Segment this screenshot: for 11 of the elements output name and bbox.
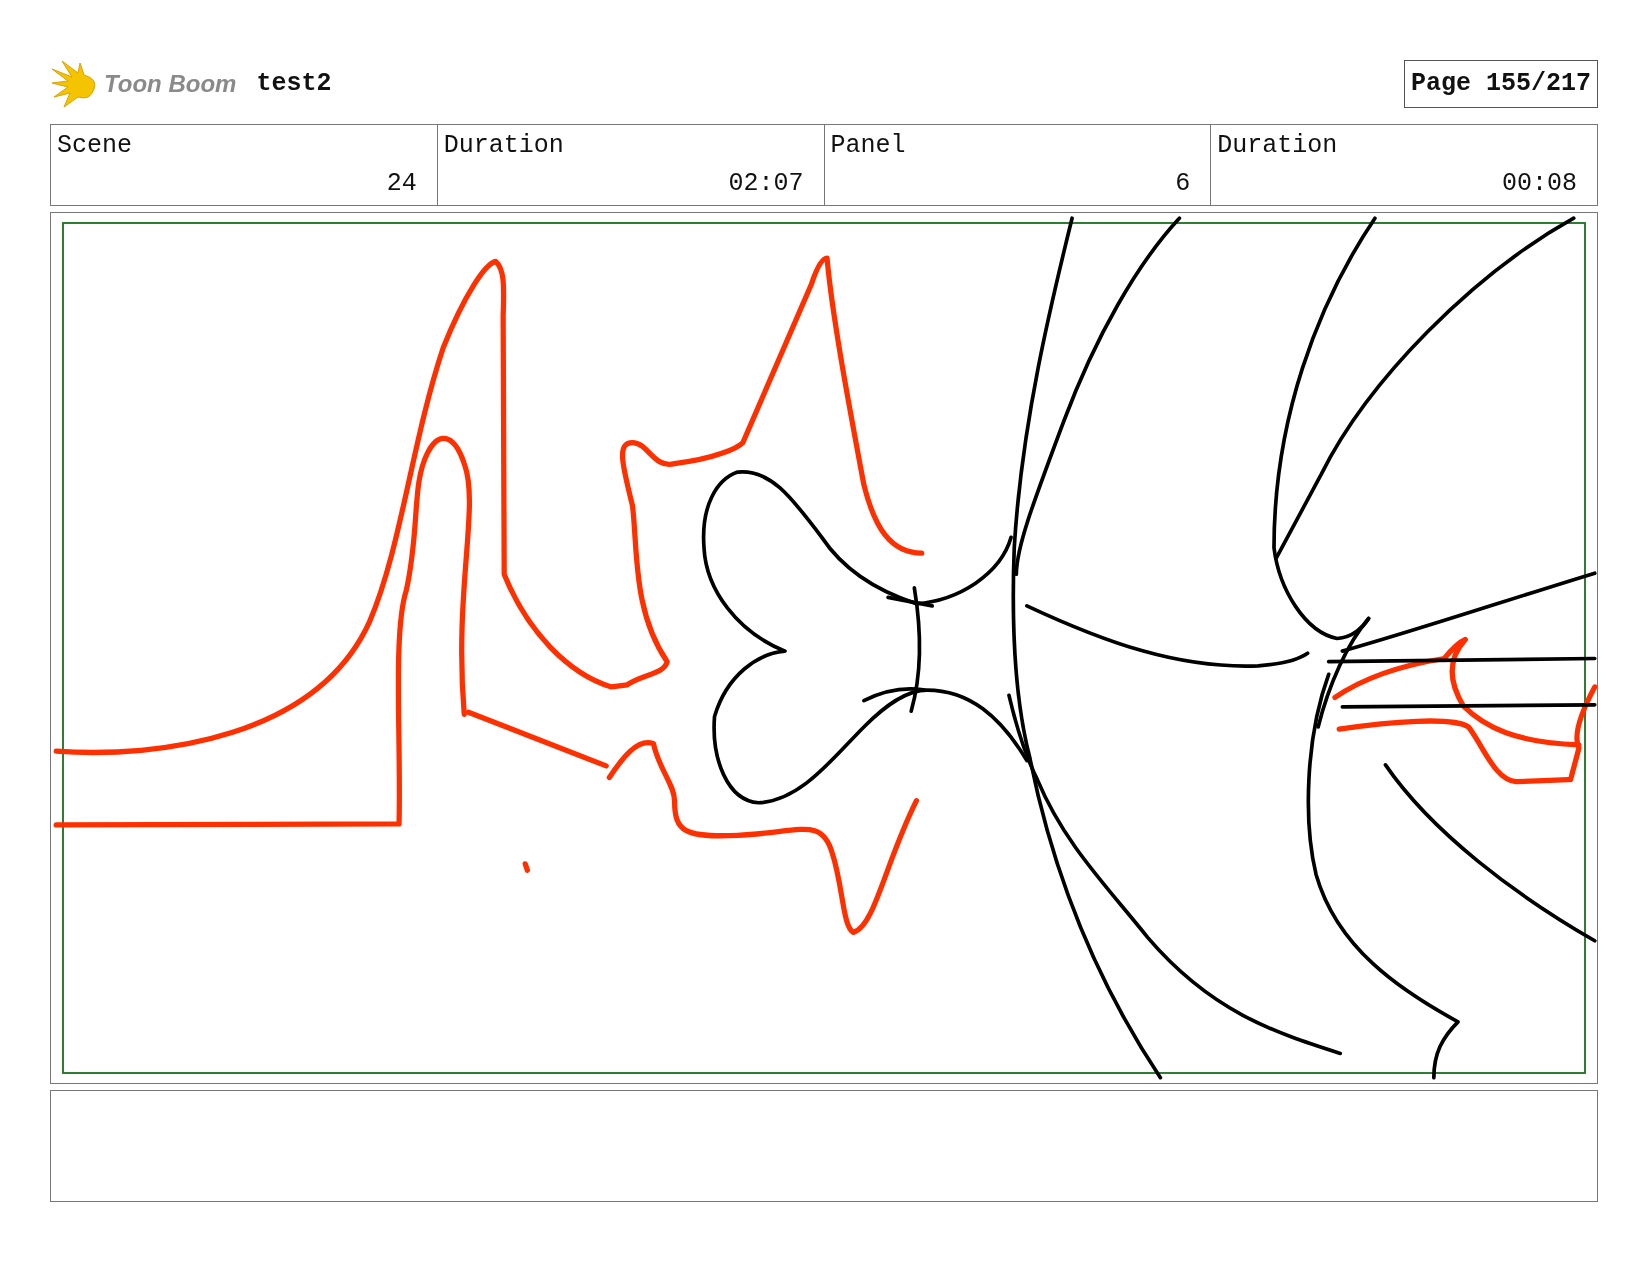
field-value: 02:07 <box>727 167 804 200</box>
logo-text: Toon Boom <box>104 69 237 99</box>
field-label: Scene <box>57 130 133 162</box>
field-value: 00:08 <box>1501 167 1577 200</box>
field-label: Duration <box>1217 130 1339 162</box>
field-label: Panel <box>830 130 907 162</box>
field-value: 6 <box>1174 167 1191 200</box>
page-number: Page 155/217 <box>1403 60 1598 108</box>
field-label: Duration <box>443 130 565 162</box>
field-value: 24 <box>385 167 417 200</box>
project-title: test2 <box>256 68 332 101</box>
